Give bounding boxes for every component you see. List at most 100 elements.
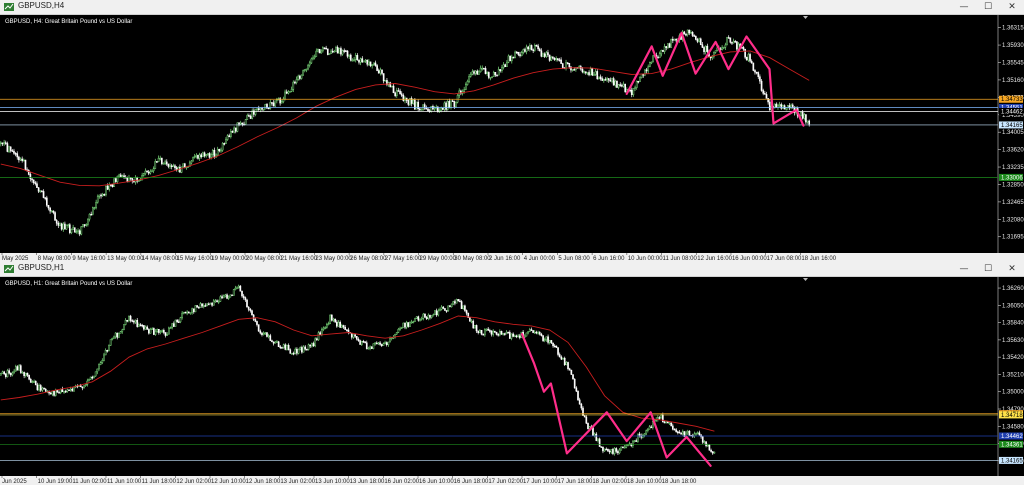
candle-body [149,329,152,334]
candle-body [34,182,37,184]
candle-body [447,305,450,311]
candle-body [84,384,87,387]
candle-body [509,55,511,62]
close-button[interactable]: ✕ [1000,262,1024,276]
candle-body [560,59,562,64]
h4-price-chart[interactable]: GBPUSD, H4: Great Britain Pound vs US Do… [0,15,1024,262]
candle-body [236,122,239,132]
candle-body [578,399,581,405]
candle-body [302,346,305,353]
candle-body [666,421,669,424]
candle-body [100,194,102,197]
candle-body [159,331,162,333]
chart-window-h4[interactable]: GBPUSD,H4 — ☐ ✕ GBPUSD, H4: Great Britai… [0,0,1024,262]
candle-body [633,440,636,442]
candle-body [237,285,240,289]
candle-body [494,330,496,333]
candle-body [414,318,416,322]
candle-body [433,107,436,110]
candle-body [782,105,784,109]
candle-body [484,329,486,336]
candle-body [647,66,650,72]
candle-body [159,157,162,160]
candle-body [587,423,589,430]
candle-body [53,390,55,396]
candle-body [248,115,250,117]
candle-body [16,153,19,158]
candle-body [59,223,61,226]
maximize-button[interactable]: ☐ [976,0,1000,14]
candle-body [693,35,696,37]
candle-body [41,387,44,391]
candle-body [445,102,447,110]
candle-body [331,314,333,321]
window-titlebar[interactable]: GBPUSD,H1 — ☐ ✕ [0,262,1024,277]
minimize-button[interactable]: — [952,262,976,276]
candle-body [24,372,27,377]
candle-body [110,184,112,186]
candle-body [279,346,282,348]
candle-body [495,331,498,335]
candle-body [11,372,14,376]
candle-body [64,391,67,393]
window-titlebar[interactable]: GBPUSD,H4 — ☐ ✕ [0,0,1024,15]
candle-body [306,348,308,351]
candle-body [207,303,210,306]
candle-body [46,197,48,206]
candle-body [267,107,270,110]
minimize-button[interactable]: — [952,0,976,14]
candle-body [506,61,508,67]
candle-body [78,230,81,235]
candle-body [476,70,479,75]
candle-body [8,146,10,152]
candle-body [69,388,72,391]
candle-body [449,305,451,308]
candle-body [505,331,508,335]
candle-body [353,59,355,61]
close-button[interactable]: ✕ [1000,0,1024,14]
candle-body [427,108,429,112]
candle-body [62,223,65,230]
candle-body [608,450,611,453]
candle-body [615,448,618,452]
candle-body [147,171,150,174]
price-level-tag-label: 1.34165 [1001,458,1023,464]
maximize-button[interactable]: ☐ [976,262,1000,276]
candle-body [254,109,257,115]
time-tick-label: 11 Jun 18:00 [142,479,177,485]
candle-body [658,53,661,58]
candle-body [446,101,449,110]
candle-body [538,48,541,52]
candle-body [384,342,386,344]
h1-price-chart[interactable]: GBPUSD, H1: Great Britain Pound vs US Do… [0,277,1024,485]
time-tick-label: 10 Jun 19:00 [38,479,73,485]
candle-body [778,104,781,106]
candle-body [287,91,290,94]
candle-body [153,328,155,335]
candle-body [91,376,94,379]
candle-body [67,224,70,226]
candle-body [649,61,651,68]
candle-body [387,341,390,345]
candle-body [698,38,700,42]
candle-body [691,31,694,36]
candle-body [366,59,369,65]
candle-body [556,58,559,60]
candle-body [337,321,340,327]
candle-body [473,71,475,74]
candle-body [266,332,268,337]
candle-body [13,370,15,374]
candle-body [34,380,37,386]
candle-body [558,354,561,358]
chart-header: GBPUSD, H4: Great Britain Pound vs US Do… [5,19,132,25]
candle-body [244,119,247,125]
candle-body [60,223,63,230]
candle-body [517,335,519,338]
candle-body [272,341,275,344]
candle-body [331,50,334,53]
chart-window-h1[interactable]: GBPUSD,H1 — ☐ ✕ GBPUSD, H1: Great Britai… [0,262,1024,485]
candle-body [4,142,7,144]
candle-body [174,319,177,327]
candle-body [563,357,566,365]
candle-body [231,131,234,133]
